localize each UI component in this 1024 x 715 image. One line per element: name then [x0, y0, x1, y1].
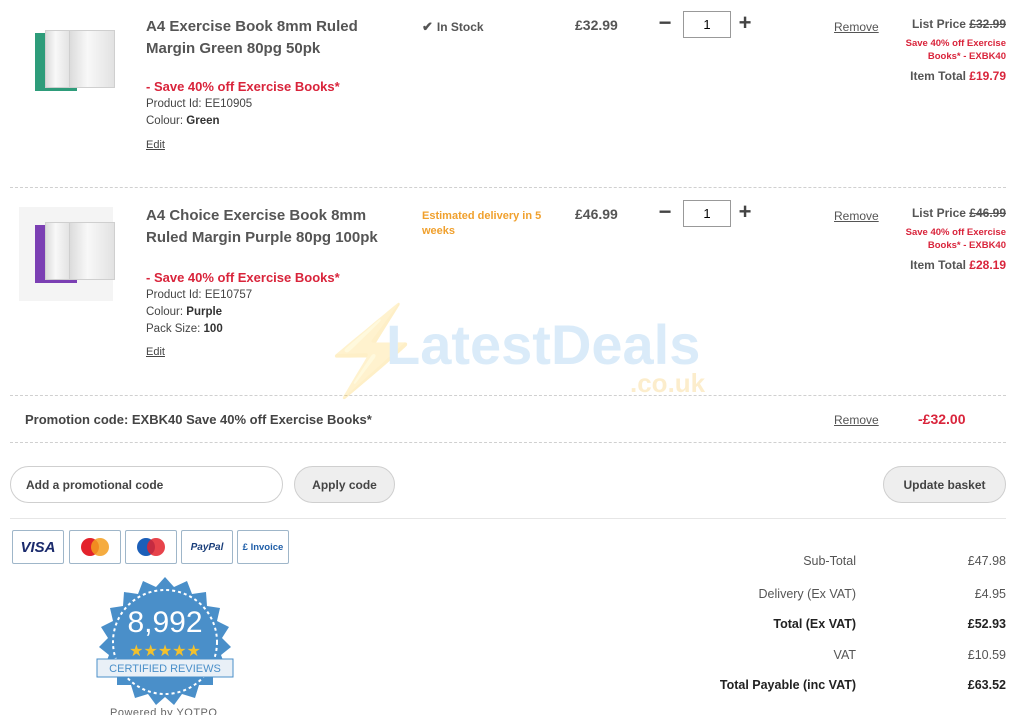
promo-detail: Save 40% off Exercise Books* - EXBK40	[905, 227, 1006, 251]
decrease-quantity-button[interactable]: −	[655, 201, 675, 223]
applied-promotion: Promotion code: EXBK40 Save 40% off Exer…	[10, 397, 1006, 443]
quantity-input[interactable]	[683, 11, 731, 38]
edit-link[interactable]: Edit	[146, 139, 165, 151]
product-image[interactable]	[19, 15, 115, 109]
increase-quantity-button[interactable]: +	[735, 12, 755, 34]
badge-seal-shape	[99, 577, 231, 705]
update-basket-button[interactable]: Update basket	[883, 466, 1006, 503]
star-rating-icon: ★★★★★	[129, 643, 201, 660]
subtotal-label: Sub-Total	[803, 554, 856, 568]
review-count: 8,992	[127, 606, 202, 639]
basket-item: A4 Exercise Book 8mm Ruled Margin Green …	[10, 0, 1006, 188]
item-total: Item Total £28.19	[910, 258, 1006, 272]
powered-by-label: Powered by YOTPO	[110, 707, 218, 715]
total-payable-value: £63.52	[967, 678, 1006, 692]
pack-size: Pack Size: 100	[146, 323, 223, 335]
delivery-value: £4.95	[974, 587, 1006, 601]
product-colour: Colour: Purple	[146, 306, 223, 318]
availability-status: ✔ In Stock	[422, 19, 484, 34]
basket-item: A4 Choice Exercise Book 8mm Ruled Margin…	[10, 189, 1006, 396]
unit-price: £46.99	[575, 206, 618, 222]
product-title[interactable]: A4 Exercise Book 8mm Ruled Margin Green …	[146, 16, 386, 60]
subtotal-value: £47.98	[967, 554, 1006, 568]
list-price: List Price £46.99	[911, 206, 1006, 220]
total-payable-label: Total Payable (inc VAT)	[719, 678, 856, 692]
decrease-quantity-button[interactable]: −	[655, 12, 675, 34]
item-total: Item Total £19.79	[910, 69, 1006, 83]
total-ex-vat-label: Total (Ex VAT)	[773, 617, 856, 631]
product-colour: Colour: Green	[146, 115, 220, 127]
certified-reviews-badge[interactable]: 8,992 ★★★★★ CERTIFIED REVIEWS	[95, 575, 235, 715]
promotion-text: Promotion code: EXBK40 Save 40% off Exer…	[25, 412, 372, 427]
promo-detail: Save 40% off Exercise Books* - EXBK40	[905, 38, 1006, 62]
unit-price: £32.99	[575, 17, 618, 33]
total-ex-vat-value: £52.93	[967, 617, 1006, 631]
apply-code-button[interactable]: Apply code	[294, 466, 395, 503]
edit-link[interactable]: Edit	[146, 346, 165, 358]
remove-promotion-link[interactable]: Remove	[834, 413, 879, 427]
promo-code-input[interactable]	[10, 466, 283, 503]
invoice-icon: £ Invoice	[237, 530, 289, 564]
increase-quantity-button[interactable]: +	[735, 201, 755, 223]
delivery-label: Delivery (Ex VAT)	[758, 587, 856, 601]
check-icon: ✔	[422, 19, 433, 34]
quantity-input[interactable]	[683, 200, 731, 227]
divider	[10, 518, 1006, 519]
list-price: List Price £32.99	[911, 17, 1006, 31]
certified-reviews-label: CERTIFIED REVIEWS	[109, 663, 221, 675]
product-id: Product Id: EE10905	[146, 98, 253, 110]
promo-label: - Save 40% off Exercise Books*	[146, 79, 340, 94]
promo-label: - Save 40% off Exercise Books*	[146, 270, 340, 285]
vat-label: VAT	[833, 648, 856, 662]
product-title[interactable]: A4 Choice Exercise Book 8mm Ruled Margin…	[146, 205, 386, 249]
promotion-amount: -£32.00	[918, 411, 966, 427]
product-id: Product Id: EE10757	[146, 289, 253, 301]
product-image[interactable]	[19, 207, 115, 301]
mastercard-icon	[69, 530, 121, 564]
visa-card-icon: VISA	[12, 530, 64, 564]
paypal-icon: PayPal	[181, 530, 233, 564]
maestro-icon	[125, 530, 177, 564]
vat-value: £10.59	[967, 648, 1006, 662]
delivery-estimate: Estimated delivery in 5 weeks	[422, 210, 542, 237]
